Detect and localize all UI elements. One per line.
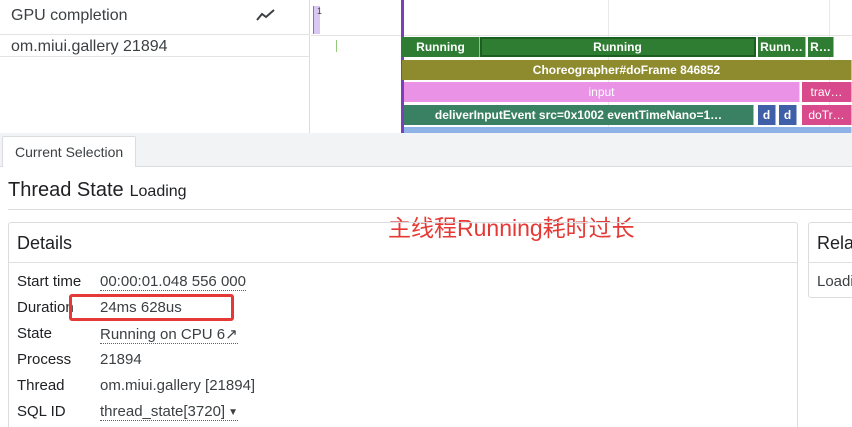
do-traversal-slice[interactable]: doTr… — [802, 105, 852, 125]
track-names-column: GPU completion om.miui.gallery 21894 — [0, 0, 310, 133]
loading-status: Loading — [129, 183, 187, 200]
thread-state-slice[interactable]: Running — [402, 37, 480, 57]
state-link[interactable]: Running on CPU 6↗ — [100, 325, 238, 344]
track-canvas[interactable]: 1 Running Running Runn… R… Choreographer… — [311, 0, 852, 133]
external-link-icon: ↗ — [225, 326, 238, 343]
thread-state-slice-selected[interactable]: Running — [480, 37, 756, 57]
gpu-counter-mark: 1 — [313, 6, 323, 34]
thread-state-slice[interactable]: R… — [808, 37, 834, 57]
divider — [0, 56, 310, 57]
detail-row-start-time: Start time 00:00:01.048 556 000 — [17, 270, 777, 292]
detail-row-sql-id: SQL ID thread_state[3720] ▼ — [17, 400, 777, 422]
traversal-slice[interactable]: trav… — [802, 82, 852, 102]
page-title-text: Thread State — [8, 179, 124, 201]
track-label: GPU completion — [11, 7, 128, 24]
related-card-title: Relat — [817, 233, 852, 253]
related-card: Relat Loadi — [808, 222, 852, 298]
track-label: om.miui.gallery 21894 — [11, 38, 168, 55]
detail-key: Duration — [17, 299, 74, 316]
sql-id-menu[interactable]: thread_state[3720] ▼ — [100, 403, 239, 421]
page-title: Thread State Loading — [8, 179, 187, 202]
counter-value: 1 — [317, 6, 323, 16]
line-chart-icon[interactable] — [256, 8, 276, 22]
tab-current-selection[interactable]: Current Selection — [2, 136, 137, 168]
duration-highlight-box — [69, 294, 234, 321]
detail-row-state: State Running on CPU 6↗ — [17, 322, 777, 344]
small-slice[interactable]: d — [758, 105, 776, 125]
thread-value: om.miui.gallery [21894] — [100, 377, 256, 394]
detail-key: SQL ID — [17, 403, 66, 420]
track-row-process[interactable]: om.miui.gallery 21894 — [0, 35, 310, 133]
deliver-input-event-slice[interactable]: deliverInputEvent src=0x1002 eventTimeNa… — [404, 105, 754, 125]
selection-details-panel: Thread State Loading 主线程Running耗时过长 Detai… — [0, 167, 852, 427]
sql-id-value: thread_state[3720] — [100, 403, 226, 420]
start-time-link[interactable]: 00:00:01.048 556 000 — [100, 273, 246, 291]
process-value: 21894 — [100, 351, 142, 368]
caret-down-icon: ▼ — [228, 406, 239, 418]
state-value: Running on CPU 6 — [100, 326, 226, 343]
thread-state-tick — [336, 40, 337, 52]
detail-key: Thread — [17, 377, 65, 394]
detail-row-thread: Thread om.miui.gallery [21894] — [17, 374, 777, 396]
thread-state-slice[interactable]: Runn… — [758, 37, 806, 57]
details-card-title: Details — [17, 233, 73, 253]
small-slice[interactable]: d — [779, 105, 797, 125]
related-card-body: Loadi — [817, 273, 852, 290]
divider — [9, 262, 797, 263]
detail-key: Process — [17, 351, 72, 368]
choreographer-slice[interactable]: Choreographer#doFrame 846852 — [402, 60, 852, 80]
details-tab-bar: Current Selection — [0, 133, 852, 168]
details-card: Details Start time 00:00:01.048 556 000 … — [8, 222, 798, 427]
detail-key: Start time — [17, 273, 82, 290]
detail-row-process: Process 21894 — [17, 348, 777, 370]
divider — [809, 262, 852, 263]
track-row-gpu-completion[interactable]: GPU completion — [0, 0, 310, 35]
detail-key: State — [17, 325, 53, 342]
timeline-panel: GPU completion om.miui.gallery 21894 1 R… — [0, 0, 852, 133]
divider — [311, 35, 852, 36]
input-slice[interactable]: input — [404, 82, 800, 102]
